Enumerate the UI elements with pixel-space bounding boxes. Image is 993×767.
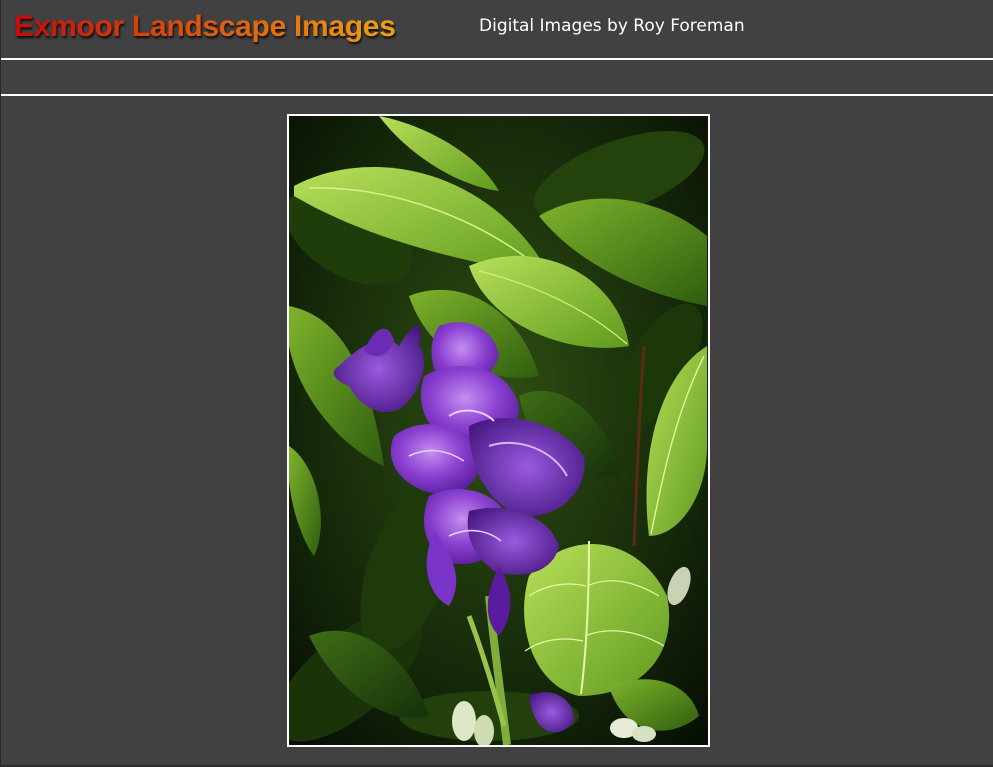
- flower-photo-image: [289, 116, 708, 745]
- navigation-bar: [1, 60, 993, 94]
- site-title[interactable]: Exmoor Landscape Images: [14, 8, 396, 46]
- nav-divider: [1, 94, 993, 96]
- site-tagline: Digital Images by Roy Foreman: [479, 16, 745, 36]
- site-header: Exmoor Landscape Images Digital Images b…: [1, 0, 993, 58]
- flower-photo[interactable]: [287, 114, 710, 747]
- page: Exmoor Landscape Images Digital Images b…: [0, 0, 993, 767]
